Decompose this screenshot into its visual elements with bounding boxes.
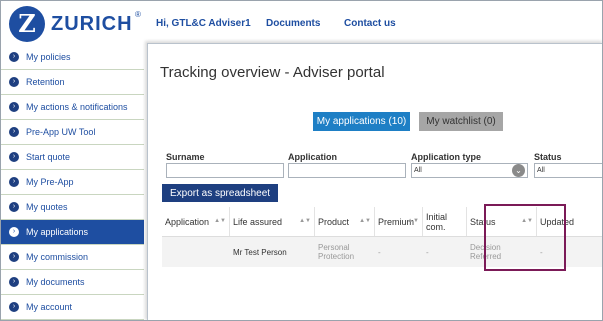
sidebar-item-my-documents[interactable]: › My documents bbox=[1, 270, 144, 295]
sort-icon: ▲▼ bbox=[359, 218, 371, 224]
col-premium[interactable]: Premium ▲▼ bbox=[375, 207, 423, 236]
sort-icon: ▲▼ bbox=[214, 218, 226, 224]
chevron-right-icon: › bbox=[9, 152, 19, 162]
sidebar-item-label: My Pre-App bbox=[26, 177, 74, 187]
chevron-right-icon: › bbox=[9, 127, 19, 137]
page-title: Tracking overview - Adviser portal bbox=[160, 64, 385, 81]
chevron-down-icon[interactable]: ⌄ bbox=[512, 164, 525, 177]
tab-my-watchlist[interactable]: My watchlist (0) bbox=[419, 112, 503, 131]
sidebar-item-label: Start quote bbox=[26, 152, 71, 162]
status-select[interactable]: All bbox=[534, 163, 602, 178]
sidebar-item-my-policies[interactable]: › My policies bbox=[1, 45, 144, 70]
col-life-assured[interactable]: Life assured ▲▼ bbox=[230, 207, 315, 236]
sidebar-item-my-applications[interactable]: › My applications bbox=[1, 220, 144, 245]
col-initial-com[interactable]: Initial com. bbox=[423, 207, 467, 236]
status-highlight-box bbox=[484, 204, 566, 271]
main-panel: Tracking overview - Adviser portal My ap… bbox=[147, 43, 602, 320]
sort-icon: ▲▼ bbox=[299, 218, 311, 224]
sidebar-item-label: My commission bbox=[26, 252, 89, 262]
sidebar-item-my-pre-app[interactable]: › My Pre-App bbox=[1, 170, 144, 195]
nav-documents[interactable]: Documents bbox=[266, 18, 320, 29]
sidebar-item-label: My actions & notifications bbox=[26, 102, 128, 112]
cell-premium: - bbox=[378, 247, 381, 257]
chevron-right-icon: › bbox=[9, 227, 19, 237]
sidebar-item-retention[interactable]: › Retention bbox=[1, 70, 144, 95]
chevron-right-icon: › bbox=[9, 202, 19, 212]
sidebar-item-label: My quotes bbox=[26, 202, 68, 212]
nav-contact-us[interactable]: Contact us bbox=[344, 18, 396, 29]
cell-application bbox=[162, 237, 230, 267]
sidebar-item-pre-app-uw-tool[interactable]: › Pre-App UW Tool bbox=[1, 120, 144, 145]
chevron-right-icon: › bbox=[9, 252, 19, 262]
sidebar-item-start-quote[interactable]: › Start quote bbox=[1, 145, 144, 170]
header: Z ZURICH ® Hi, GTL&C Adviser1 Documents … bbox=[1, 1, 602, 45]
surname-label: Surname bbox=[166, 152, 205, 162]
sort-icon: ▲▼ bbox=[407, 218, 419, 224]
chevron-right-icon: › bbox=[9, 177, 19, 187]
col-application[interactable]: Application ▲▼ bbox=[162, 207, 230, 236]
sidebar-item-label: Pre-App UW Tool bbox=[26, 127, 96, 137]
sidebar-item-label: My policies bbox=[26, 52, 71, 62]
chevron-right-icon: › bbox=[9, 52, 19, 62]
tab-my-applications[interactable]: My applications (10) bbox=[313, 112, 410, 131]
registered-mark: ® bbox=[135, 10, 141, 19]
sidebar-item-my-commission[interactable]: › My commission bbox=[1, 245, 144, 270]
sidebar-item-my-quotes[interactable]: › My quotes bbox=[1, 195, 144, 220]
chevron-right-icon: › bbox=[9, 102, 19, 112]
screenshot-frame: Z ZURICH ® Hi, GTL&C Adviser1 Documents … bbox=[0, 0, 603, 321]
brand-name: ZURICH bbox=[51, 13, 133, 35]
application-type-label: Application type bbox=[411, 152, 482, 162]
sidebar-item-my-actions[interactable]: › My actions & notifications bbox=[1, 95, 144, 120]
sidebar: › My policies › Retention › My actions & no… bbox=[1, 45, 144, 320]
status-label: Status bbox=[534, 152, 562, 162]
cell-product: Personal Protection bbox=[318, 243, 355, 261]
cell-initial-com: - bbox=[426, 247, 429, 257]
sidebar-item-label: Retention bbox=[26, 77, 65, 87]
application-label: Application bbox=[288, 152, 337, 162]
cell-life-assured: Mr Test Person bbox=[233, 247, 287, 257]
sidebar-item-label: My documents bbox=[26, 277, 85, 287]
sidebar-item-label: My account bbox=[26, 302, 73, 312]
export-spreadsheet-button[interactable]: Export as spreadsheet bbox=[162, 184, 278, 202]
chevron-right-icon: › bbox=[9, 302, 19, 312]
chevron-right-icon: › bbox=[9, 77, 19, 87]
chevron-right-icon: › bbox=[9, 277, 19, 287]
sidebar-item-my-account[interactable]: › My account bbox=[1, 295, 144, 320]
surname-input[interactable] bbox=[166, 163, 284, 178]
user-greeting[interactable]: Hi, GTL&C Adviser1 bbox=[156, 18, 251, 29]
zurich-logo-icon[interactable]: Z bbox=[9, 6, 45, 42]
application-type-select[interactable]: All bbox=[411, 163, 528, 178]
application-input[interactable] bbox=[288, 163, 406, 178]
sidebar-item-label: My applications bbox=[26, 227, 89, 237]
col-product[interactable]: Product ▲▼ bbox=[315, 207, 375, 236]
